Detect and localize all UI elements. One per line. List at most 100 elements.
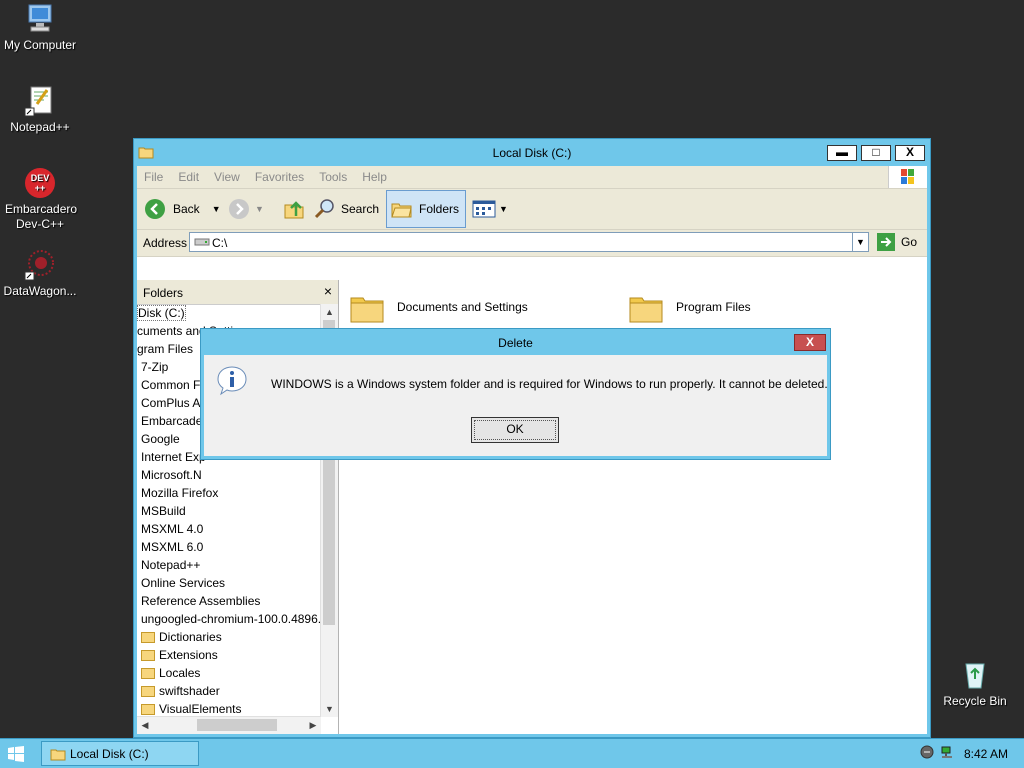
tree-item[interactable]: swiftshader (137, 682, 321, 700)
tree-item[interactable]: Extensions (137, 646, 321, 664)
tree-item-label: Internet Exp (141, 450, 206, 464)
chevron-down-icon[interactable]: ▼ (212, 204, 221, 214)
tree-item[interactable]: Reference Assemblies (137, 592, 321, 610)
horizontal-scrollbar[interactable]: ◀ ▶ (137, 716, 321, 734)
tree-item-label: Disk (C:) (137, 305, 186, 321)
dialog-message: WINDOWS is a Windows system folder and i… (271, 377, 828, 391)
folder-icon (141, 704, 155, 716)
menu-file[interactable]: File (137, 166, 171, 184)
menu-tools[interactable]: Tools (312, 166, 355, 184)
dialog-title: Delete (498, 336, 533, 350)
folders-button[interactable]: Folders (386, 190, 467, 228)
tree-item[interactable]: Mozilla Firefox (137, 484, 321, 502)
taskbar-item-explorer[interactable]: Local Disk (C:) (41, 741, 199, 766)
tray-icon[interactable] (920, 745, 934, 759)
chevron-down-icon[interactable]: ▼ (255, 204, 264, 214)
recycle-bin-icon (958, 658, 992, 692)
search-button[interactable]: Search (313, 195, 379, 223)
scroll-right-icon[interactable]: ▶ (305, 717, 321, 734)
windows-start-icon (8, 746, 24, 762)
tree-item-label: Locales (159, 666, 201, 680)
go-label: Go (901, 235, 918, 249)
folders-label: Folders (419, 202, 460, 216)
tree-item[interactable]: MSBuild (137, 502, 321, 520)
menu-favorites[interactable]: Favorites (248, 166, 312, 184)
tree-item[interactable]: Microsoft.N (137, 466, 321, 484)
tree-item[interactable]: Disk (C:) (137, 304, 321, 322)
maximize-button[interactable]: □ (861, 145, 891, 161)
tree-item[interactable]: MSXML 4.0 (137, 520, 321, 538)
chevron-down-icon[interactable]: ▼ (852, 233, 868, 251)
tree-item-label: Mozilla Firefox (141, 486, 219, 500)
folder-icon (628, 292, 664, 323)
folder-item[interactable]: Documents and Settings (349, 292, 528, 323)
minimize-button[interactable]: ▬ (827, 145, 857, 161)
folder-label: Program Files (676, 300, 751, 314)
tree-item-label: swiftshader (159, 684, 220, 698)
folder-icon (141, 668, 155, 680)
drive-icon (194, 238, 210, 246)
start-button[interactable] (8, 746, 24, 762)
tree-item[interactable]: Locales (137, 664, 321, 682)
views-button[interactable]: ▼ (472, 195, 508, 223)
tree-item-label: MSXML 4.0 (141, 522, 204, 536)
tree-item[interactable]: MSXML 6.0 (137, 538, 321, 556)
back-label: Back (173, 202, 200, 216)
clock[interactable]: 8:42 AM (964, 747, 1008, 761)
folder-icon (141, 650, 155, 662)
desktop-icon-recycle-bin[interactable]: Recycle Bin (935, 658, 1015, 709)
scroll-up-icon[interactable]: ▲ (321, 304, 338, 320)
tree-item-label: gram Files (137, 342, 194, 356)
scroll-down-icon[interactable]: ▼ (321, 701, 338, 717)
folder-item[interactable]: Program Files (628, 292, 751, 323)
datawagon-icon (23, 248, 57, 282)
desktop-icon-notepadpp[interactable]: Notepad++ (0, 84, 80, 135)
desktop-icon-label: DataWagon... (3, 284, 77, 298)
tree-item-label: Embarcader (141, 414, 207, 428)
tree-item[interactable]: ungoogled-chromium-100.0.4896. (137, 610, 321, 628)
window-titlebar[interactable]: Local Disk (C:) ▬ □ X (134, 139, 930, 166)
ok-button[interactable]: OK (471, 417, 559, 443)
tree-item-label: Google (141, 432, 180, 446)
menu-edit[interactable]: Edit (171, 166, 207, 184)
notepadpp-icon (23, 84, 57, 118)
tree-item-label: Microsoft.N (141, 468, 202, 482)
tree-item[interactable]: Dictionaries (137, 628, 321, 646)
info-icon (216, 365, 248, 397)
close-button[interactable]: X (895, 145, 925, 161)
menu-help[interactable]: Help (355, 166, 395, 184)
desktop-icon-label: Recycle Bin (943, 694, 1007, 708)
desktop-icon-label: Notepad++ (10, 120, 70, 134)
tree-item-label: Notepad++ (141, 558, 201, 572)
taskbar: Local Disk (C:) 8:42 AM (0, 738, 1024, 768)
scroll-thumb[interactable] (197, 719, 277, 731)
tree-item-label: VisualElements (159, 702, 242, 716)
tree-item[interactable]: Notepad++ (137, 556, 321, 574)
desktop-icon-devcpp[interactable]: DEV ++ Embarcadero Dev-C++ (0, 166, 80, 232)
folder-label: Documents and Settings (397, 300, 528, 314)
desktop-icon-label: Embarcadero Dev-C++ (5, 202, 78, 231)
address-input[interactable]: C:\ ▼ (189, 232, 869, 252)
svg-text:DEV: DEV (31, 173, 50, 183)
scroll-left-icon[interactable]: ◀ (137, 717, 153, 734)
menu-view[interactable]: View (207, 166, 248, 184)
go-arrow-icon (877, 233, 895, 251)
chevron-down-icon[interactable]: ▼ (499, 204, 508, 214)
back-button[interactable]: Back ▼ (145, 195, 221, 223)
go-button[interactable]: Go (877, 233, 917, 251)
tree-item[interactable]: VisualElements (137, 700, 321, 717)
up-folder-button[interactable] (283, 195, 305, 223)
forward-button[interactable]: ▼ (229, 195, 264, 223)
desktop-icon-datawagon[interactable]: DataWagon... (0, 248, 80, 299)
dialog-close-button[interactable]: X (794, 334, 826, 351)
up-folder-icon (284, 201, 304, 219)
desktop-icon-my-computer[interactable]: My Computer (0, 2, 80, 53)
tree-item-label: Reference Assemblies (141, 594, 261, 608)
network-icon[interactable] (940, 745, 954, 759)
folder-icon (50, 749, 66, 760)
folder-icon (141, 632, 155, 644)
search-icon (314, 199, 334, 219)
close-icon[interactable]: × (324, 283, 332, 299)
tree-item[interactable]: Online Services (137, 574, 321, 592)
folder-icon (349, 292, 385, 323)
